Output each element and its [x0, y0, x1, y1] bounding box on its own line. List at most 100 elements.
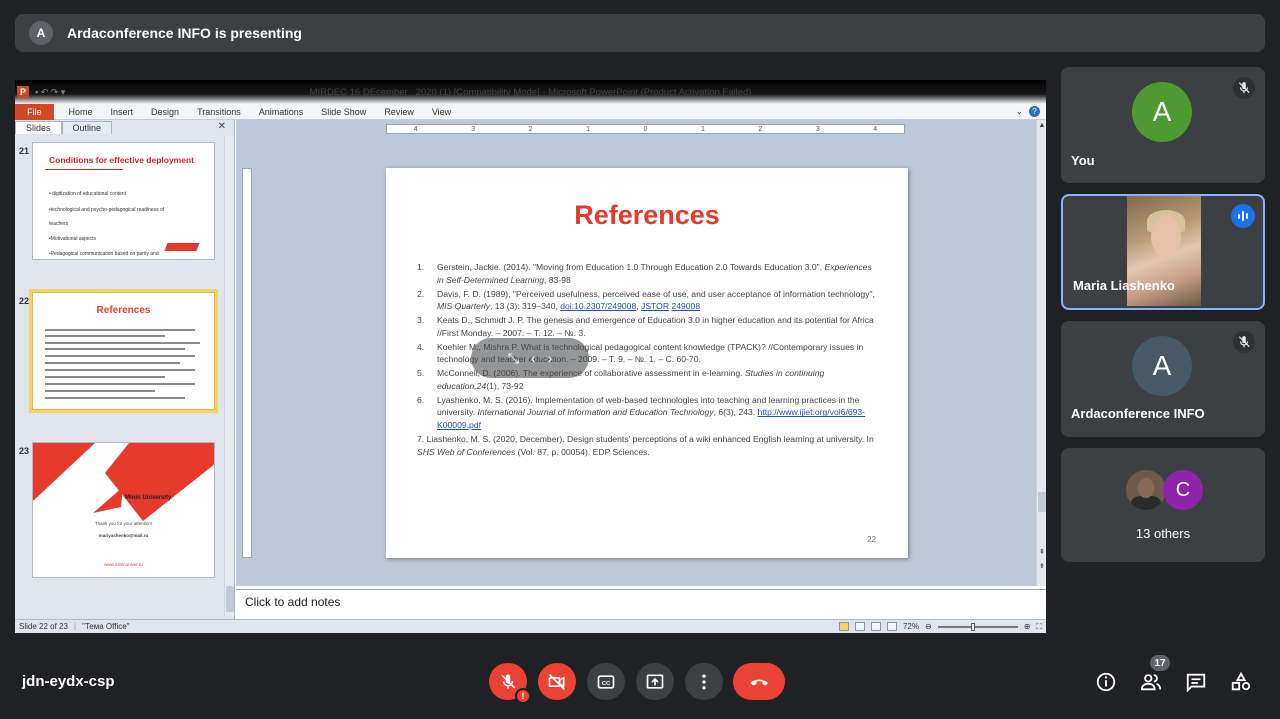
ribbon-tab-animations[interactable]: Animations: [250, 107, 313, 117]
present-now-button[interactable]: [636, 663, 674, 700]
editor-scrollbar[interactable]: ▲ ⇞ ⇟: [1036, 120, 1046, 586]
thumb-number-21: 21: [19, 146, 30, 156]
participant-photo-avatar: [1126, 470, 1166, 510]
next-slide-icon[interactable]: ⇟: [1037, 562, 1046, 570]
leave-call-button[interactable]: [733, 663, 785, 700]
thumb-bullet: •Motivational aspects: [49, 236, 97, 242]
ribbon-tab-slide-show[interactable]: Slide Show: [312, 107, 375, 117]
more-options-button[interactable]: [685, 663, 723, 700]
thumb-bullet: teachers: [49, 221, 69, 227]
tab-slides[interactable]: Slides: [15, 121, 62, 134]
reference-link[interactable]: JSTOR: [641, 301, 669, 311]
scroll-up-icon[interactable]: ▲: [1037, 122, 1046, 129]
notes-pane[interactable]: Click to add notes: [236, 589, 1046, 617]
ribbon-tab-insert[interactable]: Insert: [102, 107, 143, 117]
zoom-out-icon[interactable]: ⊖: [925, 622, 932, 631]
vertical-ruler: [242, 168, 252, 558]
presentation-overlay-controls[interactable]: ⤡ ‹ ›: [471, 338, 589, 378]
previous-slide-icon[interactable]: ⇞: [1037, 548, 1046, 556]
people-button[interactable]: [1139, 670, 1163, 694]
reference-fragment: Liashenko, M. S. (2020, December). Desig…: [426, 434, 874, 445]
thumb-text: mariyashenko@mail.ru: [98, 533, 149, 538]
warning-icon: !: [515, 688, 531, 704]
participant-tile-speaker[interactable]: Maria Liashenko: [1061, 194, 1265, 310]
thumb-red-shapes: [33, 443, 214, 521]
zoom-slider[interactable]: [937, 622, 1018, 631]
reference-number: 3.: [417, 315, 425, 326]
ribbon-tab-view[interactable]: View: [423, 107, 460, 117]
participant-tile-presenter[interactable]: A Ardaconference INFO: [1061, 321, 1265, 437]
hang-up-icon: [750, 679, 768, 685]
reference-number: 5.: [417, 368, 425, 379]
ruler-mark: 2: [758, 125, 763, 133]
ribbon-tab-review[interactable]: Review: [375, 107, 423, 117]
reference-number: 6.: [417, 394, 425, 405]
ribbon-tab-transitions[interactable]: Transitions: [188, 107, 250, 117]
reference-link[interactable]: 249008: [671, 301, 700, 311]
thumbnail-slide-21[interactable]: Conditions for effective deployment • di…: [32, 142, 215, 260]
mic-toggle-button[interactable]: !: [489, 663, 531, 704]
ribbon-tab-file[interactable]: File: [15, 103, 54, 120]
fit-to-window-icon[interactable]: ⛶: [1036, 622, 1042, 632]
reference-item: 7. Liashenko, M. S. (2020, December). De…: [417, 433, 877, 458]
ribbon-collapse-icon[interactable]: ⌄: [1015, 106, 1023, 117]
participant-tile-others[interactable]: C 13 others: [1061, 448, 1265, 562]
shared-screen[interactable]: P ▪ ↶ ↷ ▾ MIRDEC 16 DEcember_ 2020 (1) […: [15, 80, 1046, 633]
reference-number: 1.: [417, 262, 425, 272]
mic-off-icon: [501, 674, 516, 689]
cursor-icon[interactable]: ⤡: [508, 350, 519, 367]
thumbnail-slide-22[interactable]: References: [29, 289, 218, 413]
normal-view-icon[interactable]: [838, 622, 849, 631]
slides-pane-scrollbar[interactable]: [224, 136, 234, 616]
reference-item: 2. Davis, F. D. (1989), "Perceived useful…: [417, 288, 877, 313]
zoom-level[interactable]: 72%: [903, 622, 919, 631]
help-icon[interactable]: ?: [1029, 106, 1040, 117]
pane-tabs: Slides Outline ✕: [15, 120, 234, 134]
reference-fragment: SHS Web of Conferences: [417, 446, 516, 457]
close-pane-icon[interactable]: ✕: [218, 121, 226, 132]
ribbon-tab-home[interactable]: Home: [60, 107, 102, 117]
chevron-left-icon[interactable]: ‹: [531, 350, 536, 366]
reference-number: 2.: [417, 288, 425, 299]
reference-link[interactable]: doi:10.2307/249008: [560, 301, 636, 311]
slides-pane: Slides Outline ✕ 21 Conditions for effec…: [15, 120, 235, 619]
ribbon-tab-design[interactable]: Design: [142, 107, 188, 117]
present-screen-icon: [646, 674, 664, 689]
thumb-bullet: •Pedagogical communication based on pari…: [49, 251, 159, 257]
activities-icon: [1231, 671, 1251, 691]
mic-off-icon: [1233, 77, 1255, 99]
thumb-decoration: [164, 243, 200, 251]
thumb-title: Conditions for effective deployment: [49, 155, 194, 165]
ruler-mark: 1: [700, 125, 705, 133]
zoom-in-icon[interactable]: ⊕: [1024, 622, 1031, 631]
ruler-mark: 3: [471, 125, 476, 133]
reference-item: 1. Gerstein, Jackie. (2014). "Moving from…: [417, 261, 877, 286]
captions-button[interactable]: CC: [587, 663, 625, 700]
notes-placeholder[interactable]: Click to add notes: [245, 595, 340, 609]
ruler-mark: 3: [815, 125, 820, 133]
current-slide[interactable]: References 1. Gerstein, Jackie. (2014). "…: [386, 168, 908, 558]
presenting-banner: A Ardaconference INFO is presenting: [15, 14, 1265, 52]
svg-text:CC: CC: [602, 680, 611, 686]
reference-text: Keats D., Schmidt J. P. The genesis and …: [437, 314, 877, 339]
tab-outline[interactable]: Outline: [61, 121, 113, 134]
participant-name: Maria Liashenko: [1073, 278, 1175, 293]
slide-sorter-icon[interactable]: [854, 622, 865, 631]
reference-fragment: , 13 (3): 319–340,: [490, 301, 561, 312]
window-title: MIRDEC 16 DEcember_ 2020 (1) [Compatibil…: [309, 87, 752, 98]
reference-text: Gerstein, Jackie. (2014). "Moving from E…: [437, 261, 877, 286]
reading-view-icon[interactable]: [870, 622, 881, 631]
reference-item: 6. Lyashenko, M. S. (2016). Implementatio…: [417, 394, 877, 432]
thumbnail-slide-23[interactable]: Minin University Thank you for your atte…: [32, 442, 215, 578]
activities-button[interactable]: [1229, 670, 1253, 694]
reference-text: Davis, F. D. (1989), "Perceived usefulne…: [437, 288, 877, 313]
chat-icon: [1186, 673, 1206, 693]
participant-tile-you[interactable]: A You: [1061, 67, 1265, 183]
meeting-details-button[interactable]: [1094, 670, 1118, 694]
slideshow-view-icon[interactable]: [886, 622, 897, 631]
thumb-number-22: 22: [19, 296, 30, 306]
chat-button[interactable]: [1184, 670, 1208, 694]
chevron-right-icon[interactable]: ›: [548, 350, 553, 366]
camera-toggle-button[interactable]: [538, 663, 576, 700]
thumb-number-23: 23: [19, 446, 30, 456]
